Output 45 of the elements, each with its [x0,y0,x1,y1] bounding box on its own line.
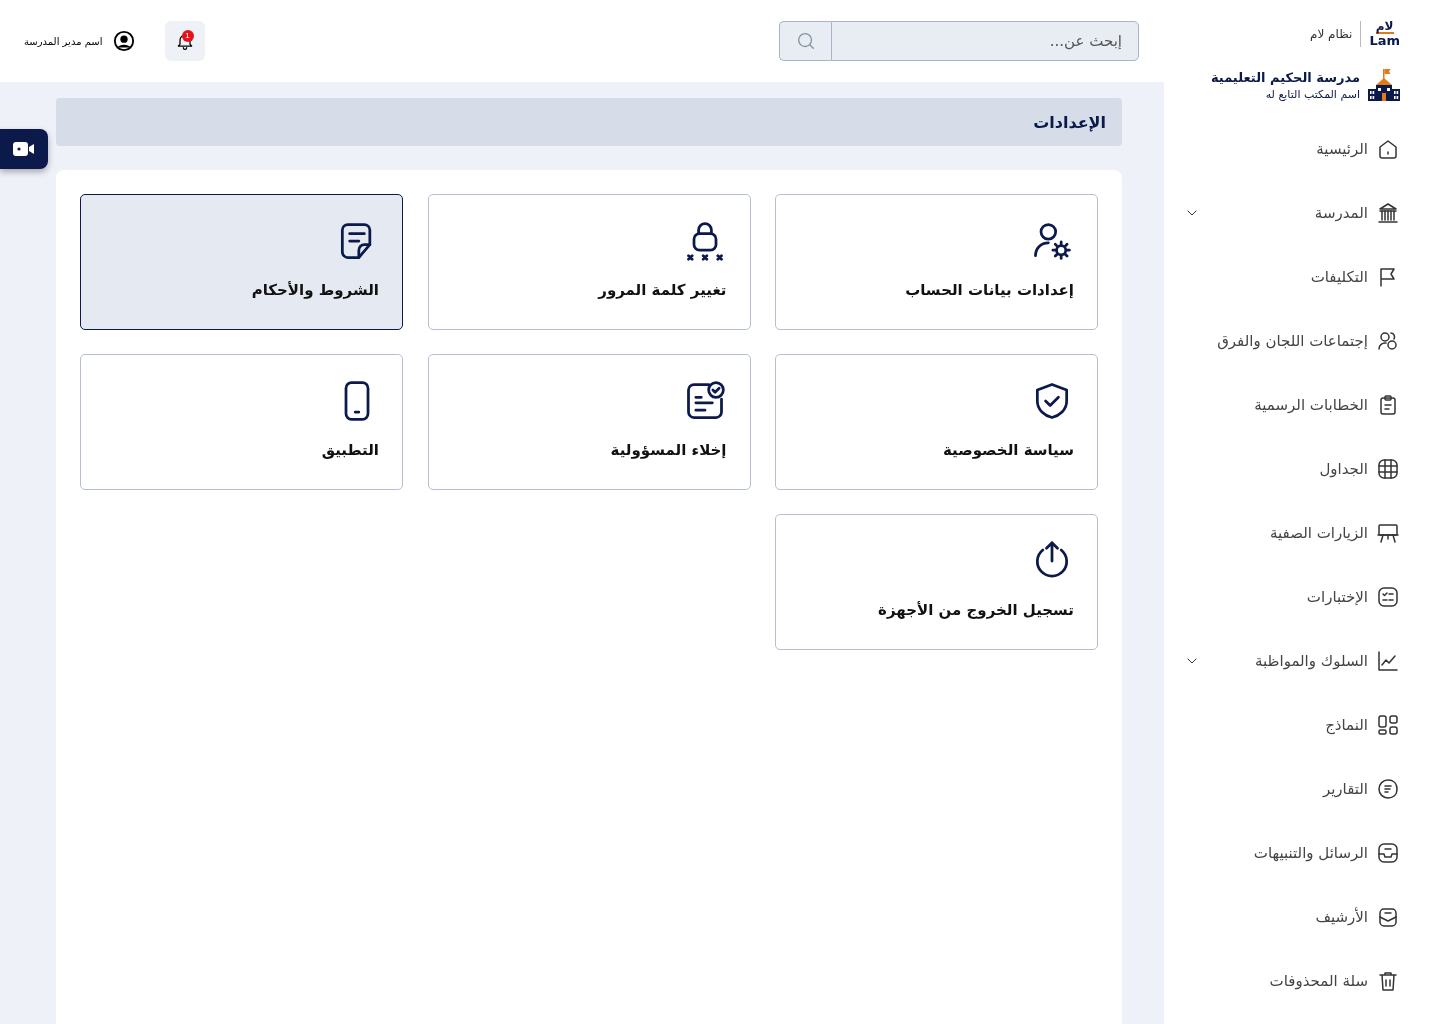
video-camera-icon [12,140,36,158]
inbox-icon [1376,841,1400,865]
grid-globe-icon [1376,457,1400,481]
settings-card[interactable]: تسجيل الخروج من الأجهزة [775,514,1098,650]
building-columns-icon [1376,201,1400,225]
checklist-icon [1376,585,1400,609]
settings-card[interactable]: سياسة الخصوصية [775,354,1098,490]
sidebar-item[interactable]: الجداول [1184,437,1400,501]
user-name: اسم مدير المدرسة [24,35,103,47]
school-building-icon [1368,67,1400,103]
sidebar-item[interactable]: النماذج [1184,693,1400,757]
settings-card[interactable]: إخلاء المسؤولية [427,354,751,490]
settings-card[interactable]: التطبيق [80,354,403,490]
sidebar-item[interactable]: الرئيسية [1184,117,1400,181]
house-icon [1376,137,1400,161]
sidebar-item[interactable]: الرسائل والتنبيهات [1184,821,1400,885]
sidebar-item[interactable]: الأرشيف [1184,885,1400,949]
user-avatar-icon [112,30,135,52]
video-call-button[interactable] [0,129,48,169]
layout-icon [1376,713,1400,737]
settings-card[interactable]: الشروط والأحكام [80,194,403,330]
search-field[interactable]: إبحث عن... [831,21,1139,61]
sidebar-item[interactable]: إجتماعات اللجان والفرق [1184,309,1400,373]
school-name: مدرسة الحكيم التعليمية [1210,69,1360,85]
users-icon [1376,329,1400,353]
notification-badge: 1 [181,30,194,42]
settings-card[interactable]: إعدادات بيانات الحساب [775,194,1098,330]
trash-icon [1376,969,1400,993]
sidebar-item[interactable]: التكليفات [1184,245,1400,309]
sidebar-item[interactable]: السلوك والمواظبة [1184,629,1400,693]
logo-caption: نظام لام [1310,26,1353,41]
page-title: الإعدادات [56,98,1122,146]
report-badge-icon [1376,777,1400,801]
archive-box-icon [1376,905,1400,929]
sidebar-item[interactable]: الإختبارات [1184,565,1400,629]
line-chart-icon [1376,649,1400,673]
easel-icon [1376,521,1400,545]
sidebar-item[interactable]: الخطابات الرسمية [1184,373,1400,437]
settings-card[interactable]: تغيير كلمة المرور [427,194,751,330]
sidebar-item[interactable]: سلة المحذوفات [1184,949,1400,1013]
office-name: اسم المكتب التابع له [1264,87,1360,101]
sidebar-item[interactable]: التقارير [1184,757,1400,821]
notification-button[interactable]: 1 [164,21,205,61]
sidebar-item[interactable]: الزيارات الصفية [1184,501,1400,565]
sidebar-item[interactable]: المدرسة [1184,181,1400,245]
